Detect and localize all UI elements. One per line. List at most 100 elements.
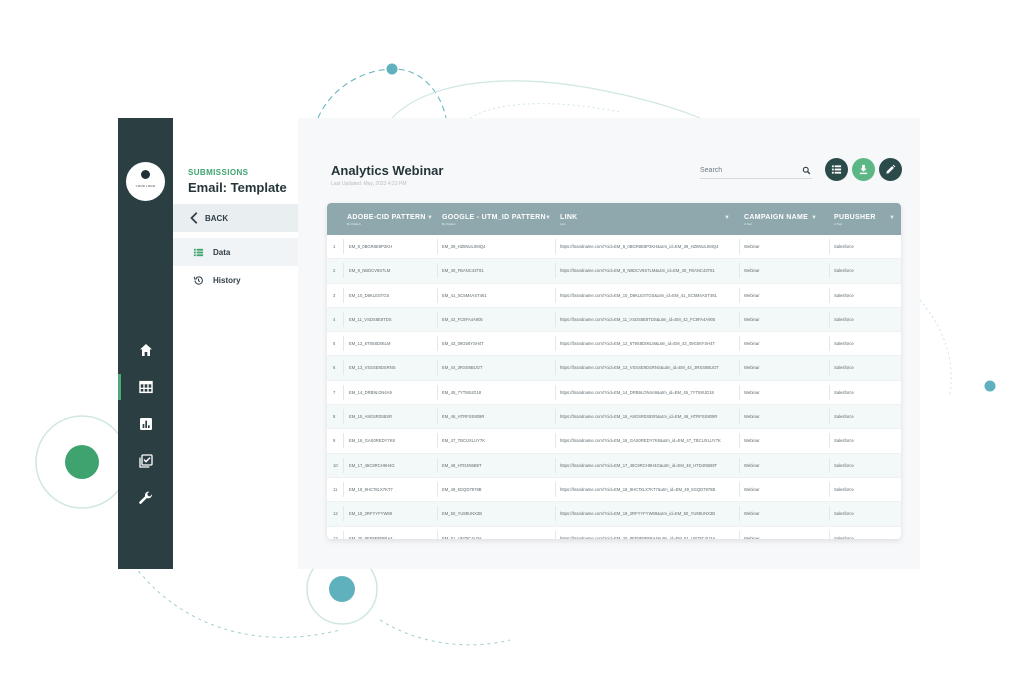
- table-row[interactable]: 8 EM_15_A9GSR0S8SR EM_46_HTRFSS809R https:/…: [327, 405, 901, 430]
- cell-publisher: Salesforce: [834, 341, 854, 347]
- sidebar-item-data[interactable]: Data: [173, 238, 298, 266]
- cell-google-utm: EM_47_TBCUXLUY7K: [442, 438, 486, 444]
- deco-arc-right: [919, 299, 952, 396]
- column-divider: [437, 530, 438, 539]
- table-row[interactable]: 10 EM_17_45C9RCH9H4G EM_48_HTD4N5B9T https:…: [327, 453, 901, 478]
- table-row[interactable]: 13 EM_20_8EF9F9F8RA4 EM_51_UN78C4U3A https:…: [327, 527, 901, 539]
- cell-google-utm: EM_41_SC5M4AST461: [442, 292, 487, 298]
- cell-adobe-cid: EM_18_9HC78LX7KT7: [349, 486, 393, 492]
- rail-item-home[interactable]: [118, 337, 173, 363]
- deco-dot-bottom: [329, 576, 355, 602]
- rail-item-tables[interactable]: [118, 374, 173, 400]
- table-row[interactable]: 9 EM_16_GAS0REDY7K8 EM_47_TBCUXLUY7K https:…: [327, 429, 901, 454]
- column-divider: [343, 287, 344, 303]
- checklist-icon: [138, 454, 153, 468]
- cell-publisher: Salesforce: [834, 462, 854, 468]
- cell-publisher: Salesforce: [834, 365, 854, 371]
- logo-text: YOUR LOGO: [135, 184, 156, 188]
- cell-link[interactable]: https://brandname.com/?cid=EM_12_6T9S8D0…: [560, 341, 740, 346]
- cell-publisher: Salesforce: [834, 511, 854, 517]
- table-row[interactable]: 2 EM_9_NBDCV9S7LM EM_40_FBANC43T81 https://…: [327, 259, 901, 284]
- cell-link[interactable]: https://brandname.com/?cid=EM_19_2RFYYFY…: [560, 511, 740, 516]
- rail-item-settings[interactable]: [118, 485, 173, 511]
- column-header-publisher[interactable]: PUBUSHER A Text: [834, 214, 876, 226]
- cell-link[interactable]: https://brandname.com/?cid=EM_13_VSSSE9D…: [560, 365, 740, 370]
- table-row[interactable]: 3 EM_10_D8KLESTGS EM_41_SC5M4AST461 https:/…: [327, 284, 901, 308]
- search-input[interactable]: Search: [700, 167, 722, 174]
- deco-arc-top-dotted: [469, 103, 621, 119]
- column-divider: [437, 311, 438, 327]
- table-row[interactable]: 6 EM_13_VSSSE9DSRNS EM_44_3RSS9BUOT https:/…: [327, 356, 901, 381]
- brand-logo[interactable]: YOUR LOGO: [126, 162, 165, 201]
- rail-item-reports[interactable]: [118, 411, 173, 437]
- column-divider: [343, 239, 344, 254]
- cell-link[interactable]: https://brandname.com/?cid=EM_14_DRB9LON…: [560, 390, 740, 395]
- edit-icon: [886, 164, 896, 174]
- cell-link[interactable]: https://brandname.com/?cid=EM_16_GAS0RED…: [560, 438, 740, 443]
- cell-link[interactable]: https://brandname.com/?cid=EM_17_45C9RCH…: [560, 463, 740, 468]
- sort-icon[interactable]: ▼: [545, 215, 551, 221]
- column-divider: [555, 287, 556, 303]
- cell-campaign: Webinar: [744, 511, 760, 517]
- cell-row-number: 5: [333, 341, 336, 347]
- column-divider: [555, 336, 556, 352]
- cell-link[interactable]: https://brandname.com/?cid=EM_20_8EF9F9F…: [560, 536, 740, 539]
- column-header-link[interactable]: LINK Link: [560, 214, 578, 226]
- column-divider: [829, 530, 830, 539]
- column-header-adobe[interactable]: ADOBE-CID PATTERN Bv Pattern: [347, 214, 426, 226]
- table-row[interactable]: 11 EM_18_9HC78LX7KT7 EM_49_5GQD7978B https:…: [327, 478, 901, 503]
- chevron-left-icon: [190, 212, 198, 224]
- rail-item-tasks[interactable]: [118, 448, 173, 474]
- column-header-campaign[interactable]: CAMPAIGN NAME A Text: [744, 214, 808, 226]
- table-row[interactable]: 4 EM_11_VSDS8E8TDS EM_42_FC8FA4A905 https:/…: [327, 307, 901, 333]
- column-divider: [829, 457, 830, 473]
- breadcrumb[interactable]: SUBMISSIONS: [188, 168, 248, 177]
- cell-link[interactable]: https://brandname.com/?cid=EM_10_D8KLEST…: [560, 293, 740, 298]
- column-divider: [555, 239, 556, 254]
- column-divider: [555, 530, 556, 539]
- cell-adobe-cid: EM_10_D8KLESTGS: [349, 292, 390, 298]
- sort-icon[interactable]: ▼: [811, 215, 817, 221]
- cell-link[interactable]: https://brandname.com/?cid=EM_15_A9GSR0S…: [560, 414, 740, 419]
- sort-icon[interactable]: ▼: [889, 215, 895, 221]
- cell-adobe-cid: EM_13_VSSSE9DSRNS: [349, 365, 396, 371]
- sidebar-item-history[interactable]: History: [173, 266, 298, 294]
- download-button[interactable]: [852, 158, 875, 181]
- column-divider: [343, 360, 344, 376]
- cell-google-utm: EM_42_FC8FA4A905: [442, 316, 483, 322]
- back-button[interactable]: BACK: [173, 204, 298, 232]
- home-icon: [139, 344, 152, 356]
- cell-row-number: 9: [333, 438, 336, 444]
- cell-link[interactable]: https://brandname.com/?cid=EM_8_0BGR8E8P…: [560, 244, 740, 249]
- list-icon: [193, 248, 204, 256]
- cell-row-number: 13: [333, 535, 338, 539]
- table-row[interactable]: 7 EM_14_DRB9LON4A9 EM_45_7YT9SUD18 https://…: [327, 381, 901, 406]
- search-icon[interactable]: [802, 166, 811, 175]
- cell-campaign: Webinar: [744, 244, 760, 249]
- cell-row-number: 7: [333, 389, 336, 395]
- table-icon: [138, 380, 153, 394]
- table-row[interactable]: 1 EM_8_0BGR8E8P2KH EM_39_HZ8NUL0MQ4 https:/…: [327, 235, 901, 260]
- column-divider: [343, 263, 344, 279]
- cell-link[interactable]: https://brandname.com/?cid=EM_18_9HC78LX…: [560, 487, 740, 492]
- column-divider: [829, 409, 830, 425]
- column-divider: [555, 433, 556, 449]
- cell-link[interactable]: https://brandname.com/?cid=EM_11_VSDS8E8…: [560, 317, 740, 322]
- sort-icon[interactable]: ▼: [724, 215, 730, 221]
- cell-row-number: 10: [333, 462, 338, 468]
- table-row[interactable]: 12 EM_19_2RFYYFYW69 EM_50_YU88UNX3B https:/…: [327, 502, 901, 527]
- secondary-sidebar: SUBMISSIONS Email: Template BACK Data Hi…: [173, 118, 298, 569]
- search-box[interactable]: Search: [700, 165, 812, 179]
- table-row[interactable]: 5 EM_12_6T9S8D06LM EM_43_09G56YSH4T https:/…: [327, 332, 901, 357]
- list-view-button[interactable]: [825, 158, 848, 181]
- cell-link[interactable]: https://brandname.com/?cid=EM_9_NBDCV9S7…: [560, 268, 740, 273]
- cell-publisher: Salesforce: [834, 414, 854, 420]
- column-header-google[interactable]: GOOGLE - UTM_ID PATTERN Bv Pattern: [442, 214, 546, 226]
- icon-rail: YOUR LOGO: [118, 118, 173, 569]
- sort-icon[interactable]: ▼: [427, 215, 433, 221]
- cell-google-utm: EM_49_5GQD7978B: [442, 486, 482, 492]
- edit-button[interactable]: [879, 158, 902, 181]
- wrench-icon: [138, 491, 152, 504]
- column-divider: [437, 457, 438, 473]
- cell-campaign: Webinar: [744, 389, 760, 395]
